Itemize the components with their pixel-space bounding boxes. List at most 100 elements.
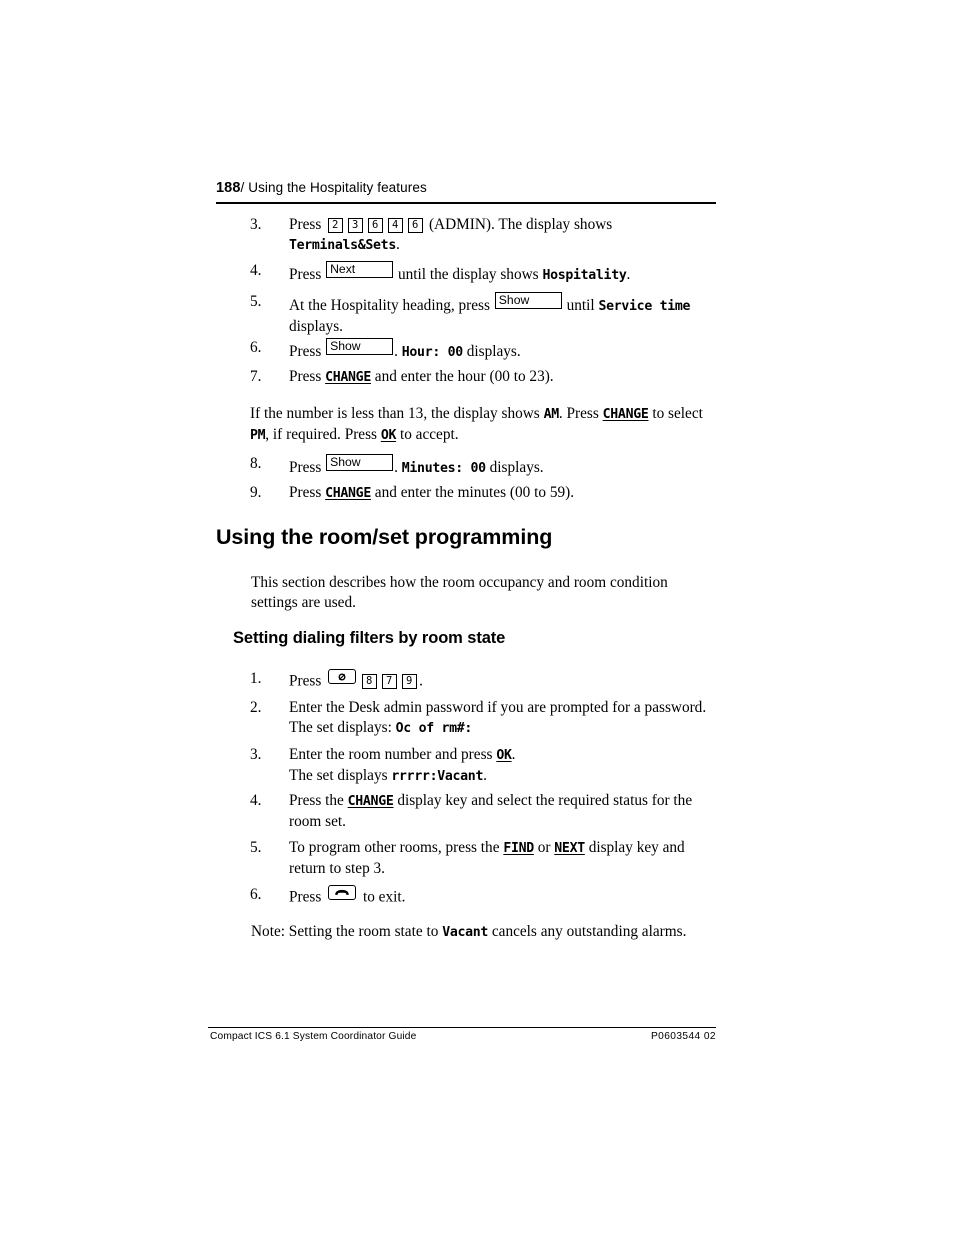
step-body: At the Hospitality heading, press Show u… <box>289 292 720 336</box>
dialpad-key-3[interactable]: 3 <box>347 217 363 233</box>
ampm-mid3-text: , if required. Press <box>265 425 378 443</box>
step5-middle-text: until <box>566 297 595 314</box>
display-key-show-2[interactable]: Show <box>326 338 394 355</box>
step-body: Press Next until the display shows Hospi… <box>289 261 720 286</box>
press-label: Press <box>289 672 322 690</box>
display-key-change-room-step4[interactable]: CHANGE <box>348 794 394 809</box>
display-key-change-ampm[interactable]: CHANGE <box>603 407 649 422</box>
press-label: Press <box>289 368 322 385</box>
step8-period: . <box>394 459 398 476</box>
section-heading-2: Setting dialing filters by room state <box>233 629 506 647</box>
display-key-show-3[interactable]: Show <box>326 454 394 471</box>
display-text-hospitality: Hospitality <box>542 268 627 283</box>
footer-document-number: P0603544 02 <box>650 1031 716 1042</box>
display-key-change-step9[interactable]: CHANGE <box>325 486 371 501</box>
display-key-ok-room-step3[interactable]: OK <box>496 748 512 763</box>
list-item-step-7: 7. Press CHANGE and enter the hour (00 t… <box>250 367 720 388</box>
step-body: Press Show. Minutes: 00 displays. <box>289 454 720 479</box>
dialpad-key-6b[interactable]: 6 <box>407 217 423 233</box>
dialpad-key-7[interactable]: 7 <box>381 674 397 689</box>
ampm-mid2-text: to select <box>652 405 703 422</box>
list-item-step-9: 9. Press CHANGE and enter the minutes (0… <box>250 483 720 504</box>
step-number: 5. <box>250 839 262 856</box>
step-body: Press the CHANGE display key and select … <box>289 791 712 831</box>
room-step3-line2-tail: . <box>483 766 487 784</box>
display-key-next-room[interactable]: NEXT <box>554 841 585 856</box>
release-handset-key-icon[interactable] <box>328 885 357 900</box>
dialpad-key-6a[interactable]: 6 <box>367 217 383 233</box>
dialpad-key-9[interactable]: 9 <box>401 674 417 689</box>
room-step2-line1: Enter the Desk admin password if you are… <box>289 699 707 716</box>
paragraph-final-note: Note: Setting the room state to Vacant c… <box>251 922 719 943</box>
step-number: 1. <box>250 670 262 687</box>
list-item-step-8: 8. Press Show. Minutes: 00 displays. <box>250 454 720 479</box>
step-number: 6. <box>250 339 262 356</box>
final-note-lead: Note: Setting the room state to <box>251 923 439 940</box>
list-item-room-step-4: 4. Press the CHANGE display key and sele… <box>250 791 712 831</box>
display-text-hour: Hour: 00 <box>401 345 463 360</box>
dialpad-key-2[interactable]: 2 <box>327 217 343 233</box>
step6-period: . <box>394 343 398 360</box>
step4-middle-text: until the display shows <box>397 266 539 283</box>
display-key-next[interactable]: Next <box>326 261 394 278</box>
press-label: Press <box>289 459 322 476</box>
display-text-pm: PM <box>250 427 266 443</box>
room-step3-line2-lead: The set displays <box>289 766 388 784</box>
step6-tail-text: displays. <box>466 343 521 360</box>
step-body: Enter the Desk admin password if you are… <box>289 698 720 738</box>
step8-tail-text: displays. <box>489 459 544 476</box>
step-body: Press 879. <box>289 669 720 691</box>
display-text-am: AM <box>543 407 560 422</box>
list-item-room-step-2: 2. Enter the Desk admin password if you … <box>250 698 720 738</box>
step-body: Press 23646 (ADMIN). The display shows T… <box>289 215 720 255</box>
section-heading-1: Using the room/set programming <box>216 525 553 549</box>
header-rule <box>216 202 716 204</box>
dialpad-key-4[interactable]: 4 <box>387 217 403 233</box>
step3-period: . <box>395 235 400 253</box>
display-key-change-step7[interactable]: CHANGE <box>325 370 371 385</box>
display-text-service-time: Service time <box>598 299 691 314</box>
press-label: Press <box>289 216 322 233</box>
display-key-ok-ampm[interactable]: OK <box>381 428 397 443</box>
footer-guide-title: Compact ICS 6.1 System Coordinator Guide <box>210 1031 417 1042</box>
step-body: Press to exit. <box>289 885 720 907</box>
step-number: 5. <box>250 293 262 310</box>
step5-lead-text: At the Hospitality heading, press <box>289 297 490 314</box>
step9-tail-text: and enter the minutes (00 to 59). <box>374 484 575 501</box>
press-label: Press <box>289 266 322 283</box>
step-number: 3. <box>250 216 262 233</box>
header-separator: / <box>240 180 245 195</box>
list-item-step-4: 4. Press Next until the display shows Ho… <box>250 261 720 286</box>
list-item-room-step-3: 3. Enter the room number and press OK. T… <box>250 745 720 786</box>
step7-tail-text: and enter the hour (00 to 23). <box>374 368 554 385</box>
step-body: Press CHANGE and enter the minutes (00 t… <box>289 483 720 504</box>
step4-period: . <box>626 266 631 283</box>
page-header: 188/ Using the Hospitality features <box>216 180 716 196</box>
display-text-vacant: Vacant <box>442 925 489 940</box>
room-step1-period: . <box>419 672 423 690</box>
step-number: 7. <box>250 368 262 385</box>
dialpad-key-8[interactable]: 8 <box>361 674 377 689</box>
ampm-mid1-text: . Press <box>558 405 599 422</box>
page-footer: Compact ICS 6.1 System Coordinator Guide… <box>210 1031 716 1042</box>
list-item-step-3: 3. Press 23646 (ADMIN). The display show… <box>250 215 720 255</box>
display-key-show-1[interactable]: Show <box>494 292 562 309</box>
display-text-terminals-sets: Terminals&Sets <box>289 237 396 253</box>
display-text-oc-of-rm: Oc of rm#: <box>395 720 473 736</box>
list-item-step-6: 6. Press Show. Hour: 00 displays. <box>250 338 720 363</box>
step-number: 4. <box>250 792 262 809</box>
header-title: Using the Hospitality features <box>248 180 427 195</box>
display-key-find[interactable]: FIND <box>503 841 534 856</box>
feature-key-icon[interactable] <box>328 669 357 684</box>
press-label: Press <box>289 484 322 501</box>
room-step3-line1-lead: Enter the room number and press <box>289 746 493 763</box>
step-number: 2. <box>250 699 262 716</box>
room-step5-or: or <box>537 839 551 856</box>
room-step5-lead: To program other rooms, press the <box>289 839 500 856</box>
list-item-step-5: 5. At the Hospitality heading, press Sho… <box>250 292 720 336</box>
list-item-room-step-1: 1. Press 879. <box>250 669 720 691</box>
ampm-lead-text: If the number is less than 13, the displ… <box>250 405 540 422</box>
step-number: 9. <box>250 484 262 501</box>
step-body: To program other rooms, press the FIND o… <box>289 838 705 878</box>
step-number: 8. <box>250 455 262 472</box>
